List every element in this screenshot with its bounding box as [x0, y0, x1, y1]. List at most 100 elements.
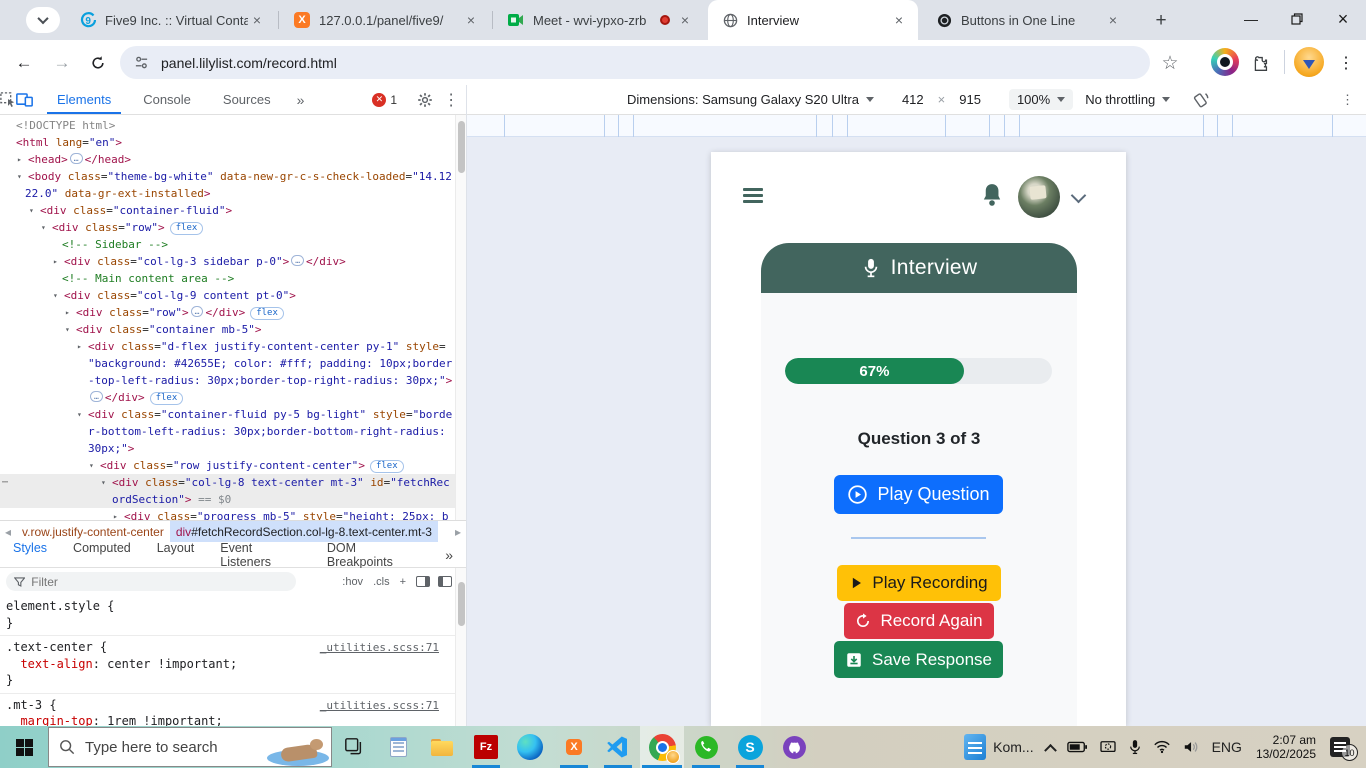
- browser-tab-1[interactable]: 9Five9 Inc. :: Virtual Contact C×: [66, 0, 276, 40]
- devtools-settings-button[interactable]: [417, 92, 433, 108]
- styles-control-[interactable]: +: [400, 576, 406, 588]
- dom-tree-node[interactable]: ordSection"> == $0: [0, 491, 455, 508]
- collapsed-ellipsis-icon[interactable]: …: [90, 391, 103, 402]
- hamburger-menu-icon[interactable]: [743, 188, 763, 203]
- flex-badge[interactable]: flex: [170, 222, 204, 235]
- rotate-viewport-button[interactable]: [1192, 91, 1210, 109]
- window-minimize-button[interactable]: —: [1228, 0, 1274, 38]
- dom-tree-node[interactable]: <!-- Sidebar -->: [0, 236, 455, 253]
- flex-badge[interactable]: flex: [250, 307, 284, 320]
- expand-arrow-right-icon[interactable]: ▸: [77, 338, 82, 355]
- devtools-tab-sources[interactable]: Sources: [213, 86, 281, 113]
- user-avatar[interactable]: [1018, 176, 1060, 218]
- throttling-selector[interactable]: No throttling: [1085, 92, 1170, 107]
- dom-tree-node[interactable]: ▸<div class="col-lg-3 sidebar p-0">…</di…: [0, 253, 455, 270]
- tab-search-button[interactable]: [26, 7, 60, 33]
- browser-menu-button[interactable]: ⋮: [1332, 49, 1360, 77]
- notifications-bell-button[interactable]: [979, 182, 1005, 210]
- tab-close-button[interactable]: ×: [676, 11, 694, 29]
- address-bar[interactable]: panel.lilylist.com/record.html: [120, 46, 1150, 79]
- tab-close-button[interactable]: ×: [462, 11, 480, 29]
- dom-tree-node[interactable]: 30px;">: [0, 440, 455, 457]
- tab-close-button[interactable]: ×: [248, 11, 266, 29]
- window-close-button[interactable]: ×: [1320, 0, 1366, 38]
- paint-panel-icon[interactable]: [416, 576, 430, 587]
- taskbar-app-vscode[interactable]: [596, 726, 640, 768]
- screen-record-status[interactable]: [1093, 726, 1123, 768]
- dom-tree-node[interactable]: ▾<div class="col-lg-9 content pt-0">: [0, 287, 455, 304]
- dom-tree-node[interactable]: ▸<div class="progress mb-5" style="heigh…: [0, 508, 455, 520]
- dom-tree-node[interactable]: ▸<div class="row">…</div>flex: [0, 304, 455, 321]
- expand-arrow-right-icon[interactable]: ▸: [65, 304, 70, 321]
- dom-tree-node[interactable]: ▾<div class="container-fluid">: [0, 202, 455, 219]
- wifi-status[interactable]: [1147, 726, 1177, 768]
- dom-tree-node[interactable]: ▾<div class="container-fluid py-5 bg-lig…: [0, 406, 455, 423]
- dom-tree-node[interactable]: r-bottom-left-radius: 30px;border-bottom…: [0, 423, 455, 440]
- language-indicator[interactable]: ENG: [1206, 726, 1248, 768]
- styles-filter-pill[interactable]: [6, 572, 296, 591]
- styles-scrollbar[interactable]: [455, 568, 466, 726]
- save-response-button[interactable]: Save Response: [834, 641, 1003, 678]
- task-view-button[interactable]: [332, 726, 376, 768]
- tab-close-button[interactable]: ×: [890, 11, 908, 29]
- node-gutter-dots-icon[interactable]: ⋯: [2, 474, 8, 491]
- expand-arrow-down-icon[interactable]: ▾: [89, 457, 94, 474]
- expand-arrow-down-icon[interactable]: ▾: [17, 168, 22, 185]
- tray-expand-button[interactable]: [1040, 726, 1061, 768]
- browser-tab-4[interactable]: Interview×: [708, 0, 918, 40]
- taskbar-app-whatsapp[interactable]: [684, 726, 728, 768]
- expand-arrow-down-icon[interactable]: ▾: [77, 406, 82, 423]
- taskbar-app-edge[interactable]: [508, 726, 552, 768]
- rule-property[interactable]: margin-top: 1rem !important;: [6, 713, 451, 726]
- collapsed-ellipsis-icon[interactable]: …: [191, 306, 204, 317]
- expand-arrow-right-icon[interactable]: ▸: [17, 151, 22, 168]
- taskbar-app-skype[interactable]: S: [728, 726, 772, 768]
- profile-chevron-down-icon[interactable]: [1071, 188, 1087, 204]
- devtools-tab-elements[interactable]: Elements: [47, 86, 121, 113]
- volume-status[interactable]: [1177, 726, 1206, 768]
- viewport-width-value[interactable]: 412: [902, 92, 924, 107]
- dom-tree-node[interactable]: ⋯▾<div class="col-lg-8 text-center mt-3"…: [0, 474, 455, 491]
- console-error-badge[interactable]: ✕ 1: [372, 93, 397, 107]
- styles-filter-input[interactable]: [31, 575, 288, 589]
- notepad-app-button[interactable]: [376, 726, 420, 768]
- browser-tab-5[interactable]: Buttons in One Line×: [922, 0, 1132, 40]
- expand-arrow-down-icon[interactable]: ▾: [101, 474, 106, 491]
- dom-tree-node[interactable]: "background: #42655E; color: #fff; paddi…: [0, 355, 455, 372]
- taskbar-clock[interactable]: 2:07 am 13/02/2025: [1248, 733, 1324, 761]
- toggle-device-toolbar-button[interactable]: [16, 92, 33, 107]
- dom-tree-node[interactable]: ▾<div class="row justify-content-center"…: [0, 457, 455, 474]
- dom-tree-node[interactable]: ▸<div class="d-flex justify-content-cent…: [0, 338, 455, 355]
- viewport-height-value[interactable]: 915: [959, 92, 981, 107]
- battery-status[interactable]: [1061, 726, 1093, 768]
- taskbar-app-xampp[interactable]: X: [552, 726, 596, 768]
- reload-button[interactable]: [84, 49, 112, 77]
- dom-tree-node[interactable]: …</div>flex: [0, 389, 455, 406]
- taskbar-search-box[interactable]: Type here to search: [48, 727, 332, 767]
- expand-arrow-right-icon[interactable]: ▸: [113, 508, 118, 520]
- elements-scrollbar[interactable]: [455, 115, 466, 520]
- flex-badge[interactable]: flex: [370, 460, 404, 473]
- dom-tree-node[interactable]: ▾<div class="row">flex: [0, 219, 455, 236]
- devtools-more-tabs[interactable]: »: [287, 86, 315, 114]
- devtools-tab-console[interactable]: Console: [133, 86, 201, 113]
- style-rule[interactable]: element.style {}: [0, 595, 455, 636]
- play-recording-button[interactable]: Play Recording: [837, 565, 1001, 601]
- expand-arrow-right-icon[interactable]: ▸: [53, 253, 58, 270]
- taskbar-app-filezilla[interactable]: Fz: [464, 726, 508, 768]
- dom-tree-node[interactable]: <!-- Main content area -->: [0, 270, 455, 287]
- start-button[interactable]: [0, 726, 48, 768]
- file-explorer-button[interactable]: [420, 726, 464, 768]
- back-button[interactable]: ←: [10, 49, 38, 77]
- collapsed-ellipsis-icon[interactable]: …: [70, 153, 83, 164]
- dom-tree-node[interactable]: 22.0" data-gr-ext-installed>: [0, 185, 455, 202]
- dom-tree-node[interactable]: <html lang="en">: [0, 134, 455, 151]
- dom-tree-node[interactable]: -top-left-radius: 30px;border-top-right-…: [0, 372, 455, 389]
- new-tab-button[interactable]: +: [1148, 8, 1174, 34]
- record-again-button[interactable]: Record Again: [844, 603, 994, 639]
- style-rule[interactable]: _utilities.scss:71.text-center { text-al…: [0, 636, 455, 694]
- device-selector[interactable]: Dimensions: Samsung Galaxy S20 Ultra: [627, 92, 874, 107]
- styles-control-cls[interactable]: .cls: [373, 576, 390, 588]
- forward-button[interactable]: →: [48, 49, 76, 77]
- stylesheet-source-link[interactable]: _utilities.scss:71: [320, 698, 439, 715]
